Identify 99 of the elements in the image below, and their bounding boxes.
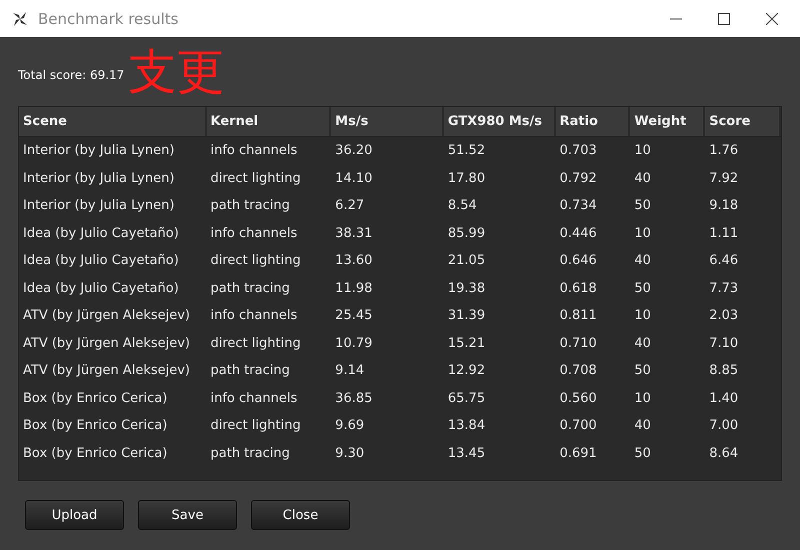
annotation-text: 支更 [128, 48, 224, 96]
column-header[interactable]: GTX980 Ms/s [444, 107, 556, 136]
table-cell: 10 [634, 390, 651, 406]
table-cell: 10 [634, 308, 651, 324]
table-cell: direct lighting [210, 253, 301, 268]
table-cell: 36.20 [335, 143, 372, 158]
table-cell: 2.03 [709, 308, 738, 324]
table-cell: 17.80 [448, 170, 486, 186]
table-cell: 8.54 [448, 198, 477, 214]
table-cell: 36.85 [335, 390, 372, 406]
table-cell: 0.446 [560, 226, 597, 241]
table-cell: 7.10 [709, 336, 738, 351]
table-cell: 0.708 [560, 363, 597, 378]
table-cell: 7.73 [709, 280, 738, 296]
table-cell: 10 [634, 226, 651, 241]
dialog-button[interactable]: Upload [25, 500, 124, 530]
table-cell: 0.703 [560, 143, 597, 158]
table-cell: 6.46 [709, 253, 738, 268]
table-cell: Box (by Enrico Cerica) [23, 418, 168, 434]
column-header[interactable]: Ms/s [331, 107, 444, 136]
table-cell: 40 [634, 170, 651, 186]
table-cell: 13.45 [448, 446, 486, 461]
table-cell: 11.98 [335, 280, 372, 296]
table-cell: ATV (by Jürgen Aleksejev) [23, 308, 190, 324]
table-cell: 40 [634, 418, 651, 434]
column-header[interactable]: Ratio [556, 107, 630, 136]
table-cell: 1.76 [709, 143, 738, 158]
table-cell: 19.38 [448, 280, 486, 296]
dialog-button[interactable]: Save [138, 500, 237, 530]
window-title: Benchmark results [38, 10, 180, 28]
table-cell: 8.85 [709, 363, 738, 378]
table-cell: Idea (by Julio Cayetaño) [23, 280, 179, 296]
table-cell: 13.84 [448, 418, 486, 434]
table-cell: 9.69 [335, 418, 364, 434]
table-cell: ATV (by Jürgen Aleksejev) [23, 363, 190, 378]
total-score: Total score: 69.17 [18, 68, 124, 82]
table-cell: 0.560 [560, 390, 597, 406]
table-cell: 40 [634, 253, 651, 268]
table-cell: 25.45 [335, 308, 372, 324]
close-icon[interactable] [766, 12, 778, 24]
table-cell: 0.811 [560, 308, 597, 324]
table-cell: path tracing [210, 363, 290, 378]
table-cell: 12.92 [448, 363, 486, 378]
column-header[interactable]: Score [705, 107, 782, 136]
table-cell: 0.618 [560, 280, 597, 296]
table-cell: Idea (by Julio Cayetaño) [23, 226, 179, 241]
table-cell: 21.05 [448, 253, 486, 268]
table-cell: 1.11 [709, 226, 738, 241]
table-cell: ATV (by Jürgen Aleksejev) [23, 336, 190, 351]
column-header[interactable]: Weight [630, 107, 706, 136]
table-cell: 50 [634, 280, 651, 296]
table-cell: Idea (by Julio Cayetaño) [23, 253, 179, 268]
table-cell: 7.00 [709, 418, 738, 434]
table-cell: Box (by Enrico Cerica) [23, 446, 168, 461]
table-cell: 50 [634, 363, 651, 378]
table-cell: 51.52 [448, 143, 486, 158]
table-cell: 9.14 [335, 363, 364, 378]
table-cell: path tracing [210, 198, 290, 214]
table-cell: info channels [210, 143, 298, 158]
table-cell: 50 [634, 198, 651, 214]
table-cell: 14.10 [335, 170, 372, 186]
table-cell: info channels [210, 226, 298, 241]
maximize-icon[interactable] [718, 12, 730, 24]
table-cell: direct lighting [210, 336, 301, 351]
table-cell: 31.39 [448, 308, 486, 324]
table-cell: path tracing [210, 280, 290, 296]
table-cell: 15.21 [448, 336, 486, 351]
table-cell: Interior (by Julia Lynen) [23, 170, 174, 186]
table-cell: 38.31 [335, 226, 372, 241]
table-cell: 0.710 [560, 336, 597, 351]
table-cell: direct lighting [210, 418, 301, 434]
table-cell: direct lighting [210, 170, 301, 186]
table-cell: Interior (by Julia Lynen) [23, 143, 174, 158]
table-cell: 6.27 [335, 198, 364, 214]
table-cell: 0.646 [560, 253, 597, 268]
table-cell: 65.75 [448, 390, 486, 406]
table-cell: 9.18 [709, 198, 738, 214]
table-cell: 8.64 [709, 446, 738, 461]
table-cell: info channels [210, 308, 298, 324]
table-cell: 10.79 [335, 336, 372, 351]
table-cell: 0.691 [560, 446, 597, 461]
table-cell: 7.92 [709, 170, 738, 186]
table-cell: Interior (by Julia Lynen) [23, 198, 174, 214]
table-cell: 0.700 [560, 418, 597, 434]
table-cell: info channels [210, 390, 298, 406]
table-cell: 10 [634, 143, 651, 158]
column-header[interactable]: Scene [19, 107, 206, 136]
dialog-button[interactable]: Close [251, 500, 350, 530]
table-cell: Box (by Enrico Cerica) [23, 390, 168, 406]
table-cell: 9.30 [335, 446, 364, 461]
table-cell: path tracing [210, 446, 290, 461]
table-cell: 0.734 [560, 198, 597, 214]
table-cell: 0.792 [560, 170, 597, 186]
column-header[interactable]: Kernel [206, 107, 332, 136]
table-cell: 50 [634, 446, 651, 461]
table-cell: 13.60 [335, 253, 372, 268]
table-cell: 1.40 [709, 390, 738, 406]
table-cell: 85.99 [448, 226, 486, 241]
table-cell: 40 [634, 336, 651, 351]
